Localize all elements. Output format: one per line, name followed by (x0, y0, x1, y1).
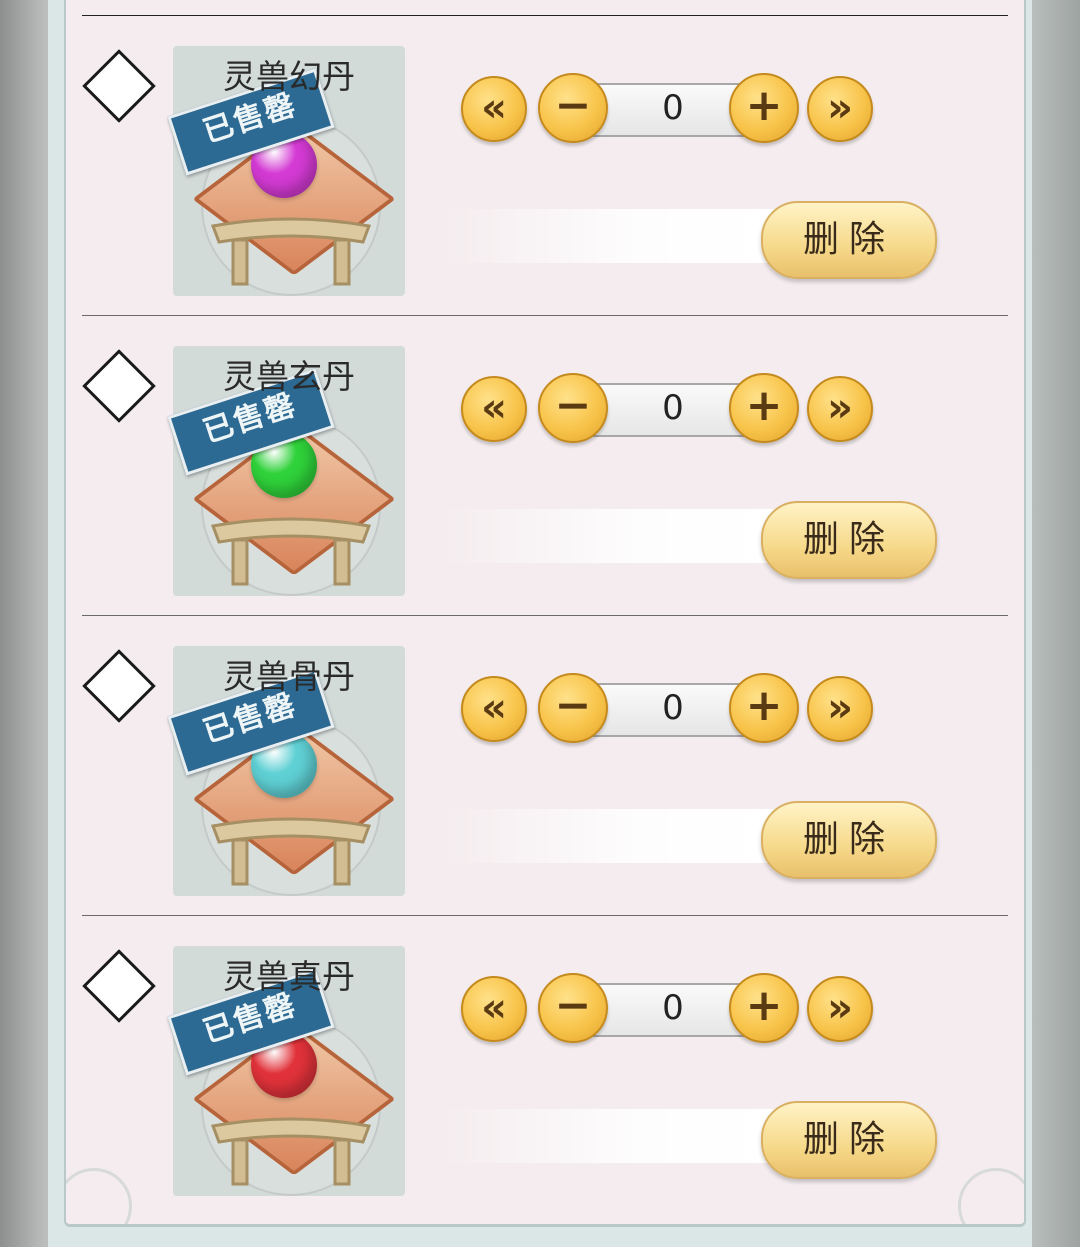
stand-icon (210, 517, 372, 586)
select-checkbox[interactable] (82, 349, 156, 423)
decrement-button[interactable]: − (538, 373, 608, 443)
highlight-strip (436, 1109, 776, 1163)
cart-list-panel[interactable]: 已售罄 灵兽幻丹 0 « − + » 删除 已售罄 灵兽玄丹 0 « − + »… (64, 0, 1026, 1227)
item-name: 灵兽幻丹 (223, 57, 355, 96)
max-quantity-button[interactable]: » (807, 376, 873, 442)
select-checkbox[interactable] (82, 49, 156, 123)
item-name: 灵兽真丹 (223, 957, 355, 996)
decrement-button[interactable]: − (538, 673, 608, 743)
delete-button[interactable]: 删除 (761, 501, 937, 579)
stand-icon (210, 217, 372, 286)
max-quantity-button[interactable]: » (807, 676, 873, 742)
min-quantity-button[interactable]: « (461, 976, 527, 1042)
quantity-stepper: 0 « − + » (461, 671, 876, 743)
item-icon-card[interactable]: 已售罄 灵兽真丹 (167, 946, 405, 1196)
select-checkbox[interactable] (82, 649, 156, 723)
min-quantity-button[interactable]: « (461, 676, 527, 742)
highlight-strip (436, 509, 776, 563)
select-checkbox[interactable] (82, 949, 156, 1023)
item-name: 灵兽玄丹 (223, 357, 355, 396)
list-item: 已售罄 灵兽幻丹 0 « − + » 删除 (66, 16, 1024, 316)
item-icon-card[interactable]: 已售罄 灵兽玄丹 (167, 346, 405, 596)
max-quantity-button[interactable]: » (807, 76, 873, 142)
quantity-stepper: 0 « − + » (461, 971, 876, 1043)
stand-icon (210, 1117, 372, 1186)
list-item: 已售罄 灵兽玄丹 0 « − + » 删除 (66, 316, 1024, 616)
increment-button[interactable]: + (729, 73, 799, 143)
quantity-stepper: 0 « − + » (461, 71, 876, 143)
item-icon-card[interactable]: 已售罄 灵兽幻丹 (167, 46, 405, 296)
increment-button[interactable]: + (729, 373, 799, 443)
delete-button[interactable]: 删除 (761, 1101, 937, 1179)
item-icon-card[interactable]: 已售罄 灵兽骨丹 (167, 646, 405, 896)
list-item: 已售罄 灵兽骨丹 0 « − + » 删除 (66, 616, 1024, 916)
item-name: 灵兽骨丹 (223, 657, 355, 696)
increment-button[interactable]: + (729, 973, 799, 1043)
quantity-stepper: 0 « − + » (461, 371, 876, 443)
increment-button[interactable]: + (729, 673, 799, 743)
stand-icon (210, 817, 372, 886)
min-quantity-button[interactable]: « (461, 376, 527, 442)
list-item: 已售罄 灵兽真丹 0 « − + » 删除 (66, 916, 1024, 1216)
delete-button[interactable]: 删除 (761, 801, 937, 879)
delete-button[interactable]: 删除 (761, 201, 937, 279)
highlight-strip (436, 209, 776, 263)
decrement-button[interactable]: − (538, 73, 608, 143)
min-quantity-button[interactable]: « (461, 76, 527, 142)
decrement-button[interactable]: − (538, 973, 608, 1043)
max-quantity-button[interactable]: » (807, 976, 873, 1042)
highlight-strip (436, 809, 776, 863)
